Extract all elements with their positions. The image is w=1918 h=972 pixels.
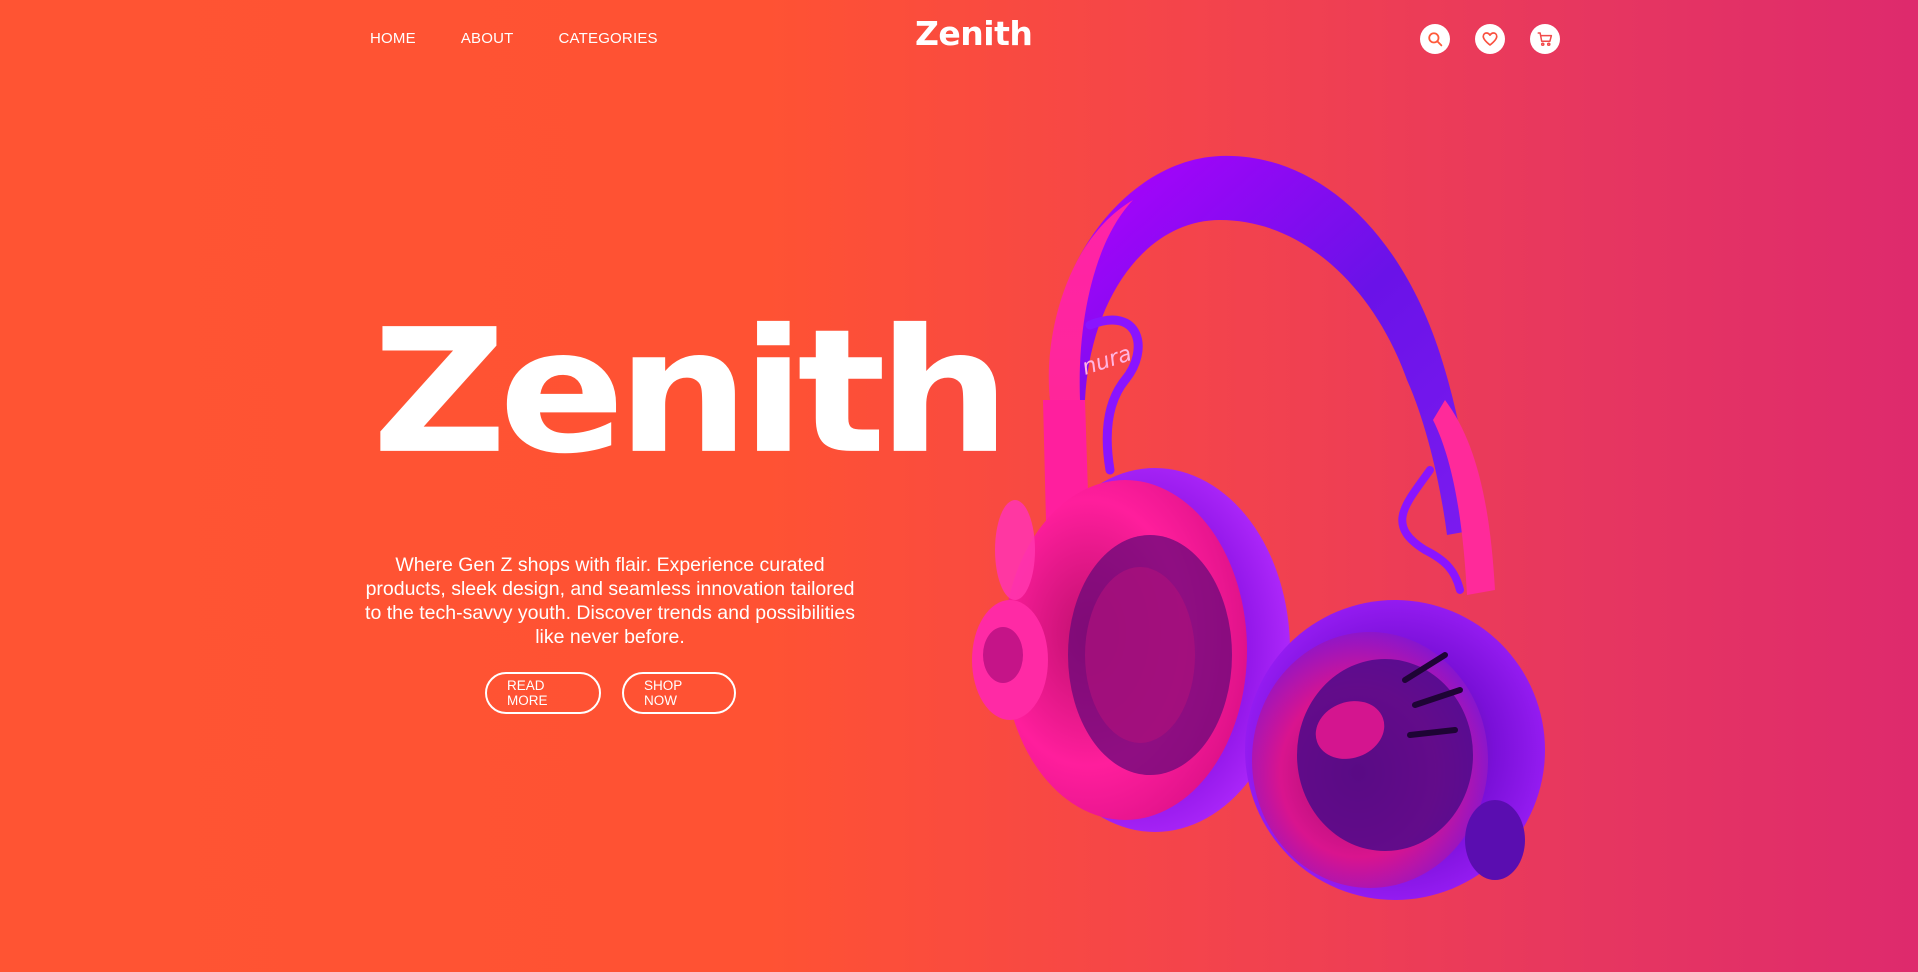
hero-description: Where Gen Z shops with flair. Experience… xyxy=(365,553,855,648)
wishlist-button[interactable] xyxy=(1475,24,1505,54)
nav-categories-link[interactable]: CATEGORIES xyxy=(559,30,658,48)
search-button[interactable] xyxy=(1420,24,1450,54)
hero-title: Zenith xyxy=(372,291,1011,492)
site-logo[interactable]: Zenith xyxy=(915,14,1033,54)
headphones-image: nura xyxy=(972,155,1545,900)
shop-now-button[interactable]: SHOP NOW xyxy=(622,672,736,714)
cart-button[interactable] xyxy=(1530,24,1560,54)
hero-cta-group: READ MORE SHOP NOW xyxy=(485,672,736,714)
hero-section: HOME ABOUT CATEGORIES Zenith Zenith Wher… xyxy=(0,0,1918,972)
nav-about-link[interactable]: ABOUT xyxy=(461,30,514,48)
main-nav: HOME ABOUT CATEGORIES xyxy=(370,30,658,48)
heart-icon xyxy=(1482,32,1498,46)
landing-page: HOME ABOUT CATEGORIES Zenith Zenith Wher… xyxy=(0,0,1918,972)
read-more-button[interactable]: READ MORE xyxy=(485,672,601,714)
nav-home-link[interactable]: HOME xyxy=(370,30,416,48)
search-icon xyxy=(1428,32,1443,47)
header-actions xyxy=(1420,24,1560,54)
cart-icon xyxy=(1537,32,1553,47)
